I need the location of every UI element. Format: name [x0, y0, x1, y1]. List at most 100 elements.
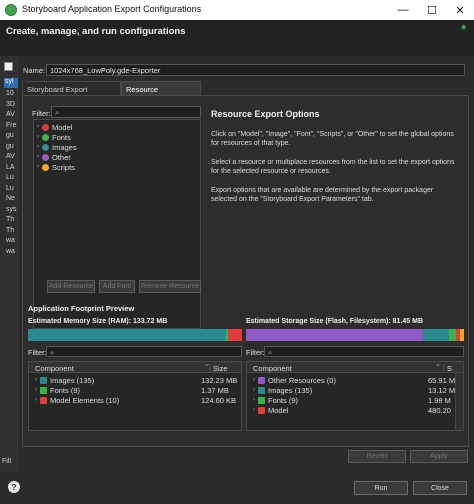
resource-tree-item[interactable]: › Model — [34, 122, 72, 132]
minimize-button[interactable]: — — [389, 0, 417, 20]
config-list-item[interactable]: Lu — [6, 185, 14, 192]
memory-filter-input[interactable]: ⌕ — [46, 346, 242, 357]
config-list-item[interactable]: Th — [6, 227, 14, 234]
component-color-icon — [258, 406, 265, 414]
chevron-right-icon[interactable]: › — [34, 134, 42, 140]
config-list-item[interactable]: 10 — [6, 90, 14, 97]
config-name-field[interactable]: 1024x768_LowPoly.gde-Exporter — [46, 64, 465, 76]
component-size: 480.20 — [428, 406, 451, 415]
component-size: 13.12 M — [428, 386, 456, 395]
storage-component-table[interactable]: Component ⌄ S › Other Resources (0) 65.91 … — [246, 361, 464, 431]
storage-filter-input[interactable]: ⌕ — [264, 346, 464, 357]
chevron-right-icon[interactable]: › — [250, 407, 258, 413]
config-list-item[interactable]: Lu — [6, 174, 14, 181]
config-list-item[interactable]: Ne — [6, 195, 15, 202]
chevron-right-icon[interactable]: › — [34, 144, 42, 150]
config-list-item[interactable]: Th — [6, 216, 14, 223]
remove-resource-button[interactable]: Remove Resource — [139, 280, 201, 293]
component-color-icon — [258, 396, 265, 404]
name-label: Name: — [23, 66, 46, 75]
dialog-header: Create, manage, and run configurations ◆ — [0, 20, 474, 56]
maximize-button[interactable]: ☐ — [418, 0, 446, 20]
dialog-footer: ? Run Close — [0, 471, 474, 504]
memory-usage-bar — [28, 329, 242, 341]
chevron-right-icon[interactable]: › — [250, 387, 258, 393]
config-list-item[interactable]: AV — [6, 153, 15, 160]
resource-tree-item[interactable]: › Fonts — [34, 132, 71, 142]
component-color-icon — [258, 376, 265, 384]
chevron-right-icon[interactable]: › — [34, 124, 42, 130]
storage-size-label: Estimated Storage Size (Flash, Filesyste… — [246, 318, 424, 325]
config-list-item[interactable]: sys — [6, 206, 17, 213]
configurations-list[interactable]: syl 10 3D AV Fre gu gu AV LA Lu Lu Ne sys Th Th wa wa F… — [0, 56, 18, 471]
add-resource-button[interactable]: Add Resource — [47, 280, 95, 293]
config-list-item[interactable]: gu — [6, 132, 14, 139]
chevron-right-icon[interactable]: › — [250, 377, 258, 383]
selected-config-item[interactable]: syl — [4, 78, 18, 88]
config-list-item[interactable]: Fre — [6, 122, 17, 129]
table-row[interactable]: › Images (135) 13.12 M — [247, 385, 463, 396]
resource-tree-item[interactable]: › Other — [34, 152, 71, 162]
config-editor: Name: 1024x768_LowPoly.gde-Exporter Stor… — [18, 56, 474, 471]
config-list-item[interactable]: wa — [6, 248, 15, 255]
component-size: 1.98 M — [428, 396, 451, 405]
resource-export-text-3: Export options that are available are de… — [211, 187, 434, 203]
component-label: Fonts (9) — [268, 395, 299, 405]
add-font-button[interactable]: Add Font — [99, 280, 135, 293]
memory-component-table[interactable]: Component ⌄ Size › Images (135) 132.23 MB ›… — [28, 361, 242, 431]
memory-col-size[interactable]: Size — [209, 364, 228, 373]
revert-button[interactable]: Revert — [348, 450, 406, 463]
resource-filter-input[interactable]: ⌕ — [51, 106, 201, 118]
resource-tree-label: Model — [52, 122, 73, 132]
resource-tree-item[interactable]: › Images — [34, 142, 77, 152]
tab-resource-configuration[interactable]: Resource Configuration — [121, 81, 201, 103]
sort-chevron-icon[interactable]: ⌄ — [435, 360, 441, 368]
memory-col-component[interactable]: Component — [35, 364, 74, 373]
close-window-button[interactable]: ✕ — [446, 0, 474, 20]
storage-col-size[interactable]: S — [443, 364, 452, 373]
storage-col-component[interactable]: Component — [253, 364, 292, 373]
storage-table-header: Component ⌄ S — [247, 360, 463, 373]
apply-button[interactable]: Apply — [410, 450, 468, 463]
run-button[interactable]: Run — [354, 481, 408, 495]
config-list-item[interactable]: AV — [6, 111, 15, 118]
usage-bar-segment — [228, 329, 242, 341]
resource-tree-label: Images — [52, 142, 77, 152]
chevron-right-icon[interactable]: › — [34, 154, 42, 160]
header-title: Create, manage, and run configurations — [6, 26, 186, 37]
chevron-right-icon[interactable]: › — [34, 164, 42, 170]
chevron-right-icon[interactable]: › — [32, 377, 40, 383]
table-row[interactable]: › Fonts (9) 1.37 MB — [29, 385, 241, 396]
resource-tree-item[interactable]: › Scripts — [34, 162, 75, 172]
close-button[interactable]: Close — [413, 481, 467, 495]
chevron-right-icon[interactable]: › — [32, 397, 40, 403]
config-list-item[interactable]: LA — [6, 164, 15, 171]
config-list-item[interactable]: gu — [6, 143, 14, 150]
resource-type-icon — [42, 163, 49, 171]
storage-table-scrollbar[interactable] — [455, 373, 463, 430]
config-list-item[interactable]: 3D — [6, 101, 15, 108]
tab-storyboard-export-parameters[interactable]: Storyboard Export Parameters — [22, 81, 121, 103]
new-config-icon[interactable] — [4, 62, 13, 71]
component-label: Images (135) — [50, 375, 95, 385]
component-color-icon — [258, 386, 265, 394]
chevron-right-icon[interactable]: › — [250, 397, 258, 403]
resource-type-icon — [42, 133, 49, 141]
table-row[interactable]: › Fonts (9) 1.98 M — [247, 395, 463, 406]
chevron-right-icon[interactable]: › — [32, 387, 40, 393]
table-row[interactable]: › Images (135) 132.23 MB — [29, 375, 241, 386]
resource-tree[interactable]: › Model › Fonts › Images › Other › Scripts — [33, 119, 201, 329]
component-color-icon — [40, 386, 47, 394]
table-row[interactable]: › Other Resources (0) 65.91 M — [247, 375, 463, 386]
component-color-icon — [40, 396, 47, 404]
component-label: Model — [268, 405, 289, 415]
config-list-item[interactable]: wa — [6, 237, 15, 244]
resource-type-icon — [42, 123, 49, 131]
component-label: Fonts (9) — [50, 385, 81, 395]
resource-type-icon — [42, 153, 49, 161]
resource-tree-label: Fonts — [52, 132, 71, 142]
table-row[interactable]: › Model 480.20 — [247, 405, 463, 416]
search-icon: ⌕ — [55, 108, 60, 117]
table-row[interactable]: › Model Elements (10) 124.60 KB — [29, 395, 241, 406]
help-icon[interactable]: ? — [8, 481, 20, 493]
